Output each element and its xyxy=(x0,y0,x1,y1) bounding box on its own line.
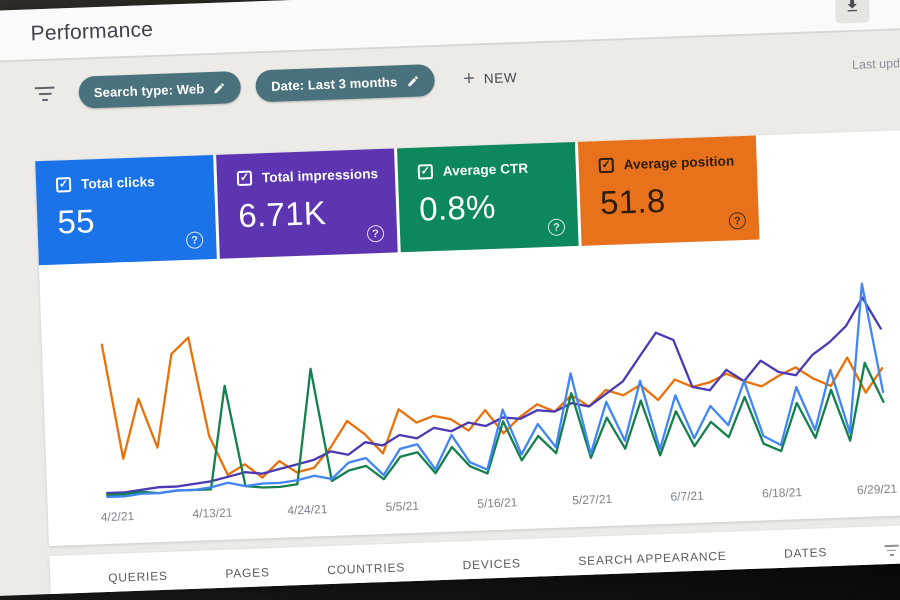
page-title: Performance xyxy=(30,18,154,46)
x-axis-label: 4/2/21 xyxy=(100,509,135,525)
last-updated-text: Last updated: 5 hours ago xyxy=(851,53,900,73)
tile-label: Total clicks xyxy=(80,174,156,192)
pencil-edit-icon xyxy=(214,82,225,93)
chart-area: 4/2/21 4/13/21 4/24/21 5/5/21 5/16/21 5/27/21… xyxy=(39,233,900,546)
new-filter-button[interactable]: + NEW xyxy=(462,67,518,90)
question-circle-icon[interactable]: ? xyxy=(728,211,747,230)
tile-average-position[interactable]: ✓ Average position 51.8 ? xyxy=(577,135,760,246)
tab-queries[interactable]: QUERIES xyxy=(108,569,168,585)
filter-chip-label: Search type: Web xyxy=(93,80,205,100)
x-axis-label: 6/7/21 xyxy=(670,488,705,504)
filter-chip-label: Date: Last 3 months xyxy=(270,73,398,94)
question-circle-icon[interactable]: ? xyxy=(547,218,566,237)
line-chart xyxy=(100,282,885,499)
tab-dates[interactable]: DATES xyxy=(784,545,828,561)
x-axis-label: 5/16/21 xyxy=(477,495,518,511)
tab-search-appearance[interactable]: SEARCH APPEARANCE xyxy=(578,549,727,568)
x-axis-label: 5/5/21 xyxy=(385,498,420,514)
monitor-screen: Performance Search type: Web Date: Last … xyxy=(0,0,900,597)
x-axis-label: 6/29/21 xyxy=(856,481,898,498)
checked-checkbox-icon[interactable]: ✓ xyxy=(417,164,434,180)
filter-chip-date[interactable]: Date: Last 3 months xyxy=(255,63,435,103)
tab-pages[interactable]: PAGES xyxy=(225,565,270,581)
checked-checkbox-icon[interactable]: ✓ xyxy=(55,177,72,193)
table-filter-icon[interactable] xyxy=(884,544,899,556)
tab-countries[interactable]: COUNTRIES xyxy=(327,560,405,577)
tile-label: Average CTR xyxy=(442,160,529,179)
performance-chart-card: ✓ Total clicks 55 ? ✓ Total impressions … xyxy=(35,128,900,547)
plus-icon: + xyxy=(462,67,476,90)
question-circle-icon[interactable]: ? xyxy=(185,231,204,249)
filter-funnel-icon[interactable] xyxy=(34,86,55,102)
pencil-edit-icon xyxy=(407,75,418,86)
x-axis-label: 4/13/21 xyxy=(192,505,233,521)
tile-label: Total impressions xyxy=(261,166,379,186)
series-average-position xyxy=(100,336,884,479)
tile-total-clicks[interactable]: ✓ Total clicks 55 ? xyxy=(35,154,217,266)
x-axis-label: 6/18/21 xyxy=(761,485,803,501)
series-total-impressions xyxy=(106,296,882,495)
tile-total-impressions[interactable]: ✓ Total impressions 6.71K ? xyxy=(216,148,398,259)
question-circle-icon[interactable]: ? xyxy=(366,224,385,243)
checked-checkbox-icon[interactable]: ✓ xyxy=(598,157,615,174)
new-filter-label: NEW xyxy=(483,69,518,86)
x-axis-label: 4/24/21 xyxy=(287,502,328,518)
export-download-button[interactable] xyxy=(834,0,870,24)
x-axis-label: 5/27/21 xyxy=(571,491,613,508)
tab-devices[interactable]: DEVICES xyxy=(462,556,521,572)
filter-chip-search-type[interactable]: Search type: Web xyxy=(78,70,242,109)
tile-average-ctr[interactable]: ✓ Average CTR 0.8% ? xyxy=(397,141,579,253)
download-icon xyxy=(847,0,858,12)
series-total-clicks xyxy=(106,282,885,499)
tile-label: Average position xyxy=(623,153,735,173)
checked-checkbox-icon[interactable]: ✓ xyxy=(236,170,253,187)
